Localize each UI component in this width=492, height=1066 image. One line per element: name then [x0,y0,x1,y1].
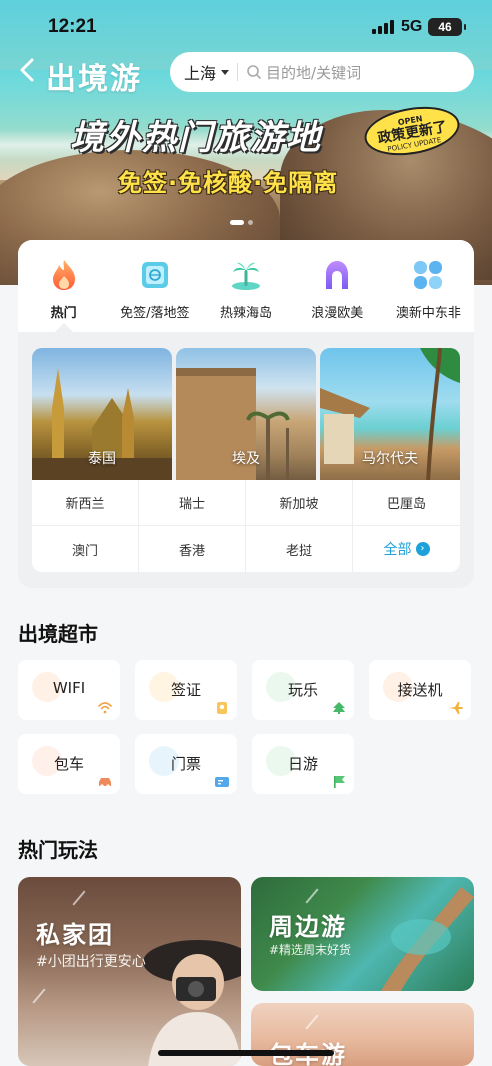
tab-island[interactable]: 热辣海岛 [200,240,291,332]
service-label: 签证 [170,681,201,699]
card-subtitle: #小团出行更安心 [36,954,146,970]
destination-thailand[interactable]: 泰国 [32,348,172,482]
decor-slash [305,1014,319,1030]
featured-destinations: 泰国 埃及 马尔代夫 [32,348,460,482]
city-item[interactable]: 老挝 [246,526,353,572]
card-title: 私家团 [36,921,114,949]
tab-oceania-mideast-africa[interactable]: 澳新中东非 [383,240,474,332]
decor-slash [32,988,46,1004]
palm-island-icon [232,262,260,290]
flag-icon [334,776,345,788]
tab-visa-free[interactable]: 免签/落地签 [109,240,200,332]
search-input[interactable]: 目的地/关键词 [266,62,361,83]
service-label: 接送机 [397,681,443,699]
playground-icon [333,702,345,714]
service-label: 包车 [53,755,84,773]
tab-label: 澳新中东非 [395,306,461,321]
service-label: 门票 [170,755,201,773]
visa-icon [217,702,227,714]
section-title-hot-play: 热门玩法 [18,838,98,862]
city-item[interactable]: 新加坡 [246,480,353,526]
destination-maldives[interactable]: 马尔代夫 [320,348,460,482]
city-item[interactable]: 香港 [139,526,246,572]
status-bar: 12:21 5G 46 [0,0,492,52]
tab-label: 浪漫欧美 [311,306,364,321]
service-day-tour[interactable]: 日游 [252,734,354,794]
service-airport-transfer[interactable]: 接送机 [369,660,471,720]
carousel-dot [248,220,253,225]
service-tickets[interactable]: 门票 [135,734,237,794]
section-title-supermarket: 出境超市 [18,622,98,646]
destination-label: 埃及 [232,451,260,467]
city-label: 上海 [184,64,217,83]
card-title: 周边游 [269,913,347,941]
home-indicator [158,1050,334,1056]
card-charter-tour[interactable]: 包车游 [251,1003,474,1066]
decor-slash [72,890,86,906]
car-icon [99,778,111,788]
all-label: 全部 [383,542,412,558]
service-wifi[interactable]: WIFI [18,660,120,720]
all-cities-button[interactable]: 全部 › [353,526,460,572]
back-arrow-icon[interactable] [14,56,42,84]
search-icon [247,65,261,79]
service-charter-car[interactable]: 包车 [18,734,120,794]
passport-icon [141,262,168,288]
caret-down-icon [221,69,230,75]
tab-label: 热辣海岛 [220,306,273,321]
traveler-photo [143,940,241,1066]
page-title: 出境游 [46,62,142,97]
service-fun[interactable]: 玩乐 [252,660,354,720]
card-private-tour[interactable]: 私家团 #小团出行更安心 [18,877,241,1066]
carousel-dots [230,220,253,225]
destination-label: 马尔代夫 [362,451,418,467]
status-time: 12:21 [48,16,97,37]
tab-label: 免签/落地签 [120,306,190,321]
tab-label: 热门 [50,306,77,321]
card-subtitle: #精选周末好货 [269,943,352,957]
city-item[interactable]: 瑞士 [139,480,246,526]
ticket-icon [215,777,229,787]
search-bar[interactable]: 上海 目的地/关键词 [170,52,474,92]
tab-hot[interactable]: 热门 [18,240,109,332]
category-tabs: 热门 免签/落地签 热辣海岛 浪漫欧美 澳新中东非 [18,240,474,332]
divider [237,63,239,81]
city-item[interactable]: 澳门 [32,526,139,572]
service-label: WIFI [52,679,86,697]
city-selector[interactable]: 上海 [184,60,230,84]
banner-subtitle: 免签·免核酸·免隔离 [118,169,339,197]
globe-tiles-icon [414,261,443,289]
carousel-dot-active [230,220,244,225]
fire-icon [52,260,75,290]
destination-label: 泰国 [88,451,116,467]
city-item[interactable]: 巴厘岛 [353,480,460,526]
top-nav: 出境游 上海 目的地/关键词 [0,50,492,97]
city-item[interactable]: 新西兰 [32,480,139,526]
battery-icon: 46 [428,18,466,36]
wifi-icon [98,702,112,714]
plane-icon [449,702,463,714]
network-label: 5G [401,18,423,35]
signal-icon [372,20,394,34]
service-label: 玩乐 [287,681,318,699]
city-grid: 新西兰 瑞士 新加坡 巴厘岛 澳门 香港 老挝 全部 › [32,480,460,572]
destination-card: 热门 免签/落地签 热辣海岛 浪漫欧美 澳新中东非 泰国 埃及 马尔代夫 新西兰… [18,240,474,588]
destination-egypt[interactable]: 埃及 [176,348,316,482]
tab-europe-america[interactable]: 浪漫欧美 [292,240,383,332]
chevron-right-icon: › [415,542,430,556]
service-label: 日游 [287,755,318,773]
arch-icon [326,261,349,289]
service-visa[interactable]: 签证 [135,660,237,720]
card-nearby-tour[interactable]: 周边游 #精选周末好货 [251,877,474,991]
